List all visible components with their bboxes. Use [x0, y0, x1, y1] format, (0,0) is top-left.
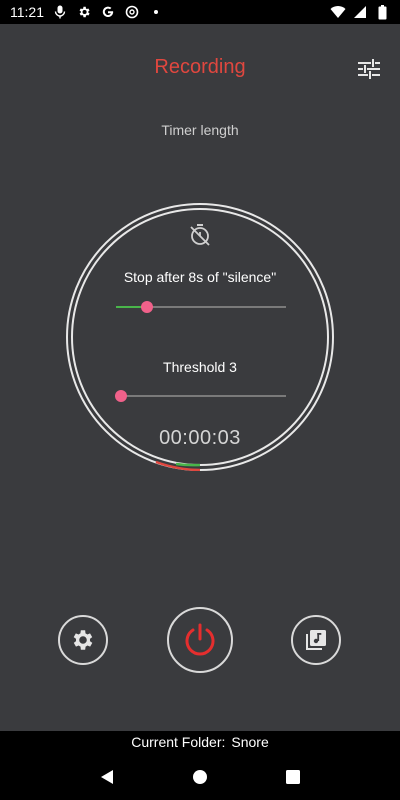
music-library-button[interactable]	[291, 615, 341, 665]
silence-slider-thumb[interactable]	[140, 301, 153, 313]
page-title: Recording	[154, 56, 246, 78]
status-bar-left: 11:21	[10, 4, 164, 20]
threshold-slider[interactable]	[115, 387, 286, 405]
threshold-label: Threshold 3	[163, 359, 237, 375]
microphone-icon	[52, 4, 68, 20]
signal-icon	[352, 4, 368, 20]
status-bar: 11:21	[0, 0, 400, 24]
current-folder-name: Snore	[231, 734, 269, 750]
power-button[interactable]	[167, 607, 233, 673]
recording-dial: Stop after 8s of "silence" Threshold 3 0…	[66, 203, 334, 471]
dot-icon	[148, 4, 164, 20]
navigation-bar	[0, 753, 400, 800]
settings-button[interactable]	[58, 615, 108, 665]
threshold-slider-track	[116, 395, 286, 397]
current-folder-bar[interactable]: Current Folder: Snore	[0, 731, 400, 753]
google-icon	[100, 4, 116, 20]
silence-label: Stop after 8s of "silence"	[123, 269, 277, 285]
back-icon	[100, 769, 113, 784]
status-time: 11:21	[10, 4, 44, 20]
home-button[interactable]	[188, 765, 212, 789]
wifi-icon	[330, 4, 346, 20]
home-icon	[192, 769, 207, 784]
silence-slider[interactable]	[116, 298, 286, 316]
tune-button[interactable]	[356, 56, 382, 82]
tune-icon	[358, 59, 380, 79]
recents-icon	[286, 769, 301, 784]
progress-arc-green	[175, 462, 201, 467]
power-icon	[185, 623, 215, 656]
status-bar-right	[330, 4, 390, 20]
recents-button[interactable]	[281, 765, 305, 789]
music-library-icon	[306, 630, 326, 650]
at-sign-icon	[124, 4, 140, 20]
current-folder-label: Current Folder:	[131, 734, 226, 750]
back-button[interactable]	[95, 765, 119, 789]
battery-icon	[374, 4, 390, 20]
timer-length-label[interactable]: Timer length	[0, 122, 400, 138]
timer-off-icon[interactable]	[188, 223, 212, 247]
gear-icon	[76, 4, 92, 20]
threshold-slider-thumb[interactable]	[115, 390, 128, 402]
elapsed-time: 00:00:03	[159, 427, 241, 449]
gear-icon	[73, 630, 93, 650]
